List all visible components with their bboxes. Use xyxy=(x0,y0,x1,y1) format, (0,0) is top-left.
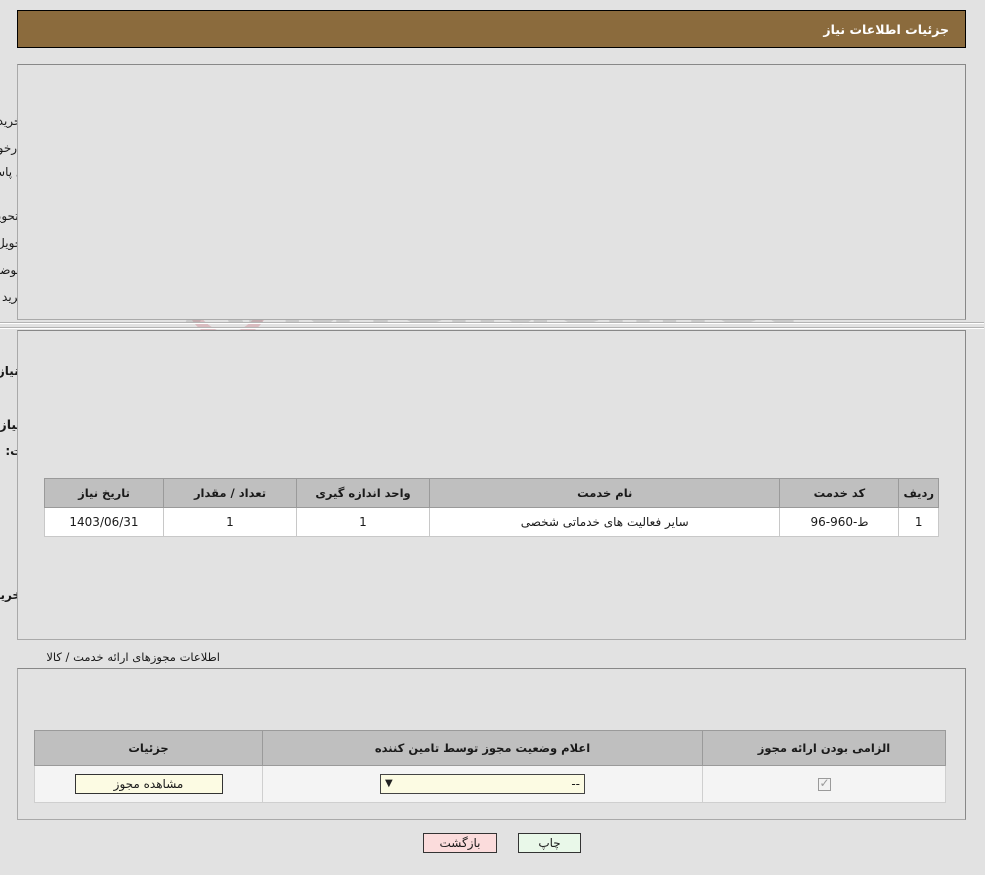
col-row: ردیف xyxy=(899,478,940,508)
licenses-table-header-row: الزامی بودن ارائه مجوز اعلام وضعیت مجوز … xyxy=(35,730,947,766)
col-date: تاریخ نیاز xyxy=(45,478,165,508)
cell-license-details: مشاهده مجوز xyxy=(35,765,264,803)
col-license-details: جزئیات xyxy=(35,730,264,766)
col-license-required: الزامی بودن ارائه مجوز xyxy=(703,730,947,766)
cell-code: ط-960-96 xyxy=(780,507,901,537)
licenses-table: الزامی بودن ارائه مجوز اعلام وضعیت مجوز … xyxy=(35,730,947,803)
chevron-down-icon: ▼ xyxy=(386,778,394,789)
table-row: ▼ -- مشاهده مجوز xyxy=(35,765,947,803)
cell-unit: 1 xyxy=(297,507,431,537)
back-button[interactable]: بازگشت xyxy=(424,833,498,853)
cell-license-required xyxy=(703,765,947,803)
col-qty: تعداد / مقدار xyxy=(164,478,298,508)
col-unit: واحد اندازه گیری xyxy=(297,478,431,508)
table-row: 1 ط-960-96 سایر فعالیت های خدماتی شخصی 1… xyxy=(45,507,940,537)
print-button[interactable]: چاپ xyxy=(519,833,582,853)
cell-row: 1 xyxy=(899,507,940,537)
licenses-section-caption: اطلاعات مجوزهای ارائه خدمت / کالا xyxy=(47,650,221,664)
services-table-header-row: ردیف کد خدمت نام خدمت واحد اندازه گیری ت… xyxy=(45,478,940,508)
cell-date: 1403/06/31 xyxy=(45,507,165,537)
page-header-bar: جزئیات اطلاعات نیاز xyxy=(18,10,967,48)
divider-2 xyxy=(0,327,985,329)
license-status-value: -- xyxy=(572,777,581,791)
divider-1 xyxy=(0,322,985,324)
col-name: نام خدمت xyxy=(429,478,782,508)
page-title: جزئیات اطلاعات نیاز xyxy=(824,22,950,37)
license-status-select[interactable]: ▼ -- xyxy=(381,774,586,794)
col-code: کد خدمت xyxy=(780,478,901,508)
cell-qty: 1 xyxy=(164,507,298,537)
view-license-button[interactable]: مشاهده مجوز xyxy=(75,774,224,794)
need-summary-panel xyxy=(18,64,967,320)
services-table: ردیف کد خدمت نام خدمت واحد اندازه گیری ت… xyxy=(45,478,940,537)
cell-license-status: ▼ -- xyxy=(263,765,704,803)
license-required-checkbox xyxy=(818,776,832,791)
cell-name: سایر فعالیت های خدماتی شخصی xyxy=(429,507,782,537)
col-license-status: اعلام وضعیت مجوز توسط تامین کننده xyxy=(263,730,704,766)
